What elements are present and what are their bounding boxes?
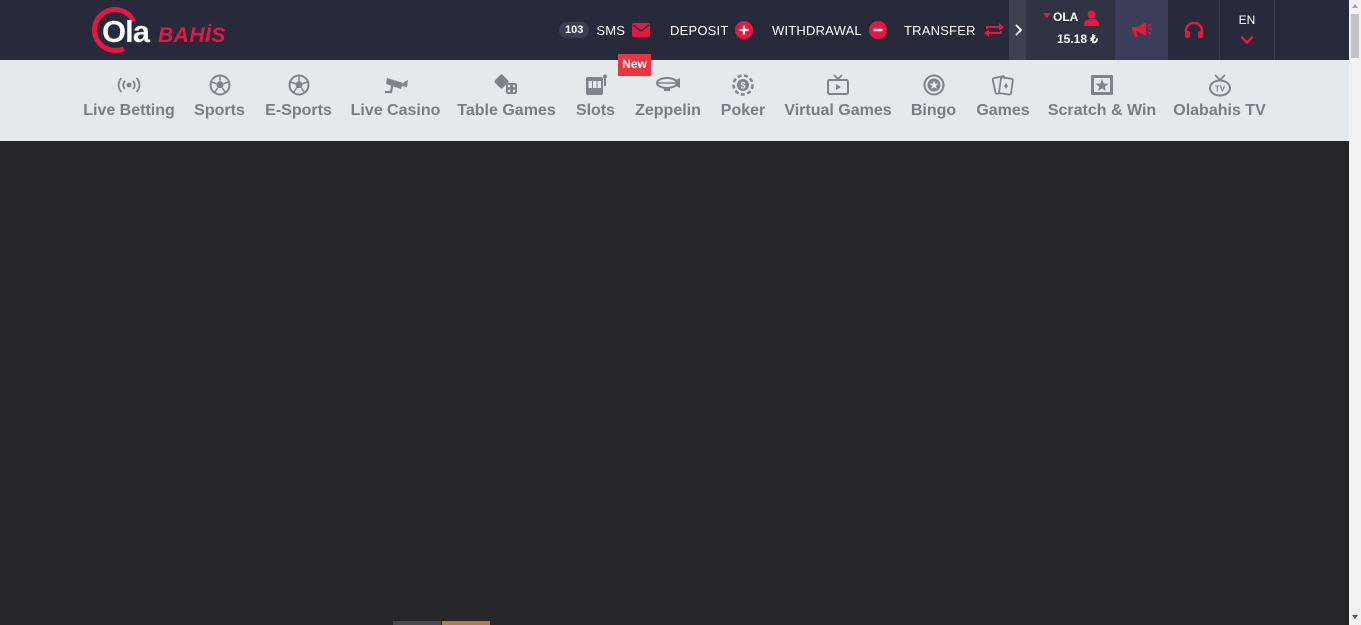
deposit-button[interactable]: DEPOSIT: [670, 0, 754, 60]
headset-icon: [1184, 21, 1203, 38]
user-icon: [1084, 10, 1099, 31]
logo-text-secondary: BAHİS: [158, 24, 226, 47]
support-button[interactable]: [1167, 0, 1219, 60]
nav-item-label: Live Casino: [350, 102, 441, 119]
new-badge: New: [618, 54, 651, 76]
soccer-ball-icon: [288, 73, 310, 97]
carousel-tab-active[interactable]: [442, 621, 490, 625]
username: OLA: [1053, 10, 1079, 24]
nav-item-label: Poker: [720, 102, 766, 119]
user-account-menu[interactable]: OLA 15.18 ₺: [1026, 0, 1115, 60]
deposit-label: DEPOSIT: [670, 22, 729, 38]
scroll-down-arrow-icon[interactable]: [1352, 615, 1358, 619]
account-balance: 15.18 ₺: [1057, 32, 1098, 46]
megaphone-icon: [1132, 22, 1152, 37]
nav-item-label: Games: [976, 102, 1030, 119]
svg-text:TV: TV: [1214, 85, 1225, 94]
nav-item-label: Scratch & Win: [1047, 102, 1157, 119]
main-content-area: [0, 141, 1349, 625]
language-selector[interactable]: EN: [1219, 0, 1275, 60]
broadcast-icon: [117, 73, 141, 97]
withdrawal-label: WITHDRAWAL: [772, 22, 862, 38]
scrollbar-thumb[interactable]: [1351, 14, 1359, 58]
nav-item-olabahis-tv[interactable]: TV Olabahis TV: [1173, 60, 1266, 141]
plus-circle-icon: [735, 21, 754, 39]
transfer-label: TRANSFER: [904, 22, 976, 38]
svg-text:$: $: [740, 81, 745, 91]
chevron-right-icon: [1014, 24, 1022, 36]
dice-icon: [494, 73, 520, 97]
main-navigation: Live Betting Sports E-Sports Live Casino…: [0, 54, 1349, 141]
nav-item-games[interactable]: Games: [976, 60, 1030, 141]
nav-item-poker[interactable]: $ Poker: [720, 60, 766, 141]
language-code: EN: [1238, 13, 1256, 27]
scratch-card-icon: [1090, 73, 1114, 97]
withdrawal-button[interactable]: WITHDRAWAL: [772, 0, 887, 60]
cards-icon: [991, 73, 1015, 97]
nav-item-virtual-games[interactable]: Virtual Games: [784, 60, 892, 141]
tv-icon: TV: [1208, 73, 1232, 97]
site-logo[interactable]: Ola BAHİS: [85, 0, 227, 60]
minus-circle-icon: [868, 21, 887, 39]
nav-item-label: Virtual Games: [784, 102, 892, 119]
nav-item-label: Bingo: [910, 102, 957, 119]
sms-label: SMS: [596, 22, 626, 38]
slot-machine-icon: [584, 73, 608, 97]
chevron-down-icon: [1240, 32, 1254, 50]
scroll-up-arrow-icon[interactable]: [1352, 4, 1358, 8]
tv-screen-icon: [826, 73, 850, 97]
nav-item-label: Slots: [575, 102, 616, 119]
nav-item-label: Table Games: [457, 102, 556, 119]
zeppelin-icon: [655, 73, 681, 97]
nav-item-e-sports[interactable]: E-Sports: [265, 60, 332, 141]
nav-item-label: Olabahis TV: [1173, 102, 1266, 119]
header-scroll-right-button[interactable]: [1009, 0, 1026, 60]
camera-icon: [383, 73, 409, 97]
soccer-ball-icon: [209, 73, 231, 97]
poker-chip-icon: $: [732, 73, 754, 97]
nav-item-scratch-win[interactable]: Scratch & Win: [1047, 60, 1157, 141]
nav-item-live-betting[interactable]: Live Betting: [83, 60, 175, 141]
sms-count-badge: 103: [559, 22, 590, 38]
envelope-icon: [632, 21, 651, 39]
nav-item-bingo[interactable]: Bingo: [910, 60, 957, 141]
caret-down-icon: [1043, 13, 1051, 18]
nav-item-label: E-Sports: [265, 102, 332, 119]
bingo-ball-icon: [923, 73, 945, 97]
nav-item-label: Zeppelin: [635, 102, 701, 119]
carousel-tab[interactable]: [393, 621, 441, 625]
page-scrollbar[interactable]: [1349, 0, 1361, 625]
logo-text-primary: Ola: [102, 14, 150, 49]
announcements-button[interactable]: [1115, 0, 1167, 60]
nav-item-slots[interactable]: Slots: [575, 60, 616, 141]
nav-item-label: Live Betting: [83, 102, 175, 119]
nav-item-sports[interactable]: Sports: [194, 60, 245, 141]
transfer-arrows-icon: [983, 21, 1005, 39]
nav-item-live-casino[interactable]: Live Casino: [351, 60, 440, 141]
nav-item-table-games[interactable]: Table Games: [457, 60, 556, 141]
top-header: Ola BAHİS 103 SMS DEPOSIT WITHDRAWAL TRA…: [0, 0, 1349, 60]
transfer-button[interactable]: TRANSFER: [904, 0, 1005, 60]
nav-item-label: Sports: [194, 102, 245, 119]
sms-button[interactable]: 103 SMS: [559, 0, 651, 60]
